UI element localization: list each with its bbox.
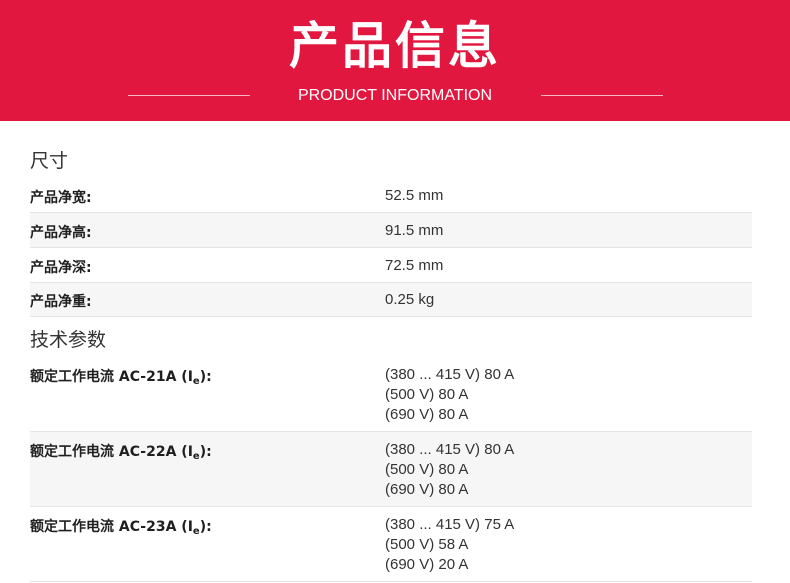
spec-row: 额定工作电流 AC-21A (Ie): (380 ... 415 V) 80 A… [30, 357, 752, 432]
spec-value: (380 ... 415 V) 80 A [385, 441, 515, 458]
spec-value: (500 V) 80 A [385, 386, 469, 403]
spec-label: 产品净宽: [30, 190, 92, 206]
spec-value: (380 ... 415 V) 75 A [385, 516, 515, 533]
spec-label: 产品净高: [30, 225, 92, 241]
spec-value: 0.25 kg [385, 291, 435, 308]
spec-label: 额定工作电流 AC-21A (Ie): [30, 369, 212, 387]
spec-value-list: (380 ... 415 V) 75 A (500 V) 58 A (690 V… [385, 515, 514, 575]
title-divider-right [541, 95, 663, 96]
page-subtitle: PRODUCT INFORMATION [297, 87, 493, 104]
spec-value: 91.5 mm [385, 222, 444, 239]
spec-label: 产品净重: [30, 294, 92, 310]
spec-value: (690 V) 80 A [385, 406, 469, 423]
spec-value: 52.5 mm [385, 187, 444, 204]
spec-value: (380 ... 415 V) 80 A [385, 366, 515, 383]
spec-value-list: (380 ... 415 V) 80 A (500 V) 80 A (690 V… [385, 440, 514, 500]
spec-label: 产品净深: [30, 260, 92, 276]
spec-value: (500 V) 80 A [385, 461, 469, 478]
spec-row: 产品净深: 72.5 mm [30, 248, 752, 283]
spec-row: 额定工作电流 AC-22A (Ie): (380 ... 415 V) 80 A… [30, 432, 752, 507]
spec-value: 72.5 mm [385, 257, 444, 274]
page-title: 产品信息 [289, 17, 501, 75]
spec-row: 产品净宽: 52.5 mm [30, 178, 752, 213]
spec-row: 额定工作电流 AC-23A (Ie): (380 ... 415 V) 75 A… [30, 507, 752, 582]
spec-row: 产品净重: 0.25 kg [30, 283, 752, 317]
spec-label: 额定工作电流 AC-23A (Ie): [30, 519, 212, 537]
header-banner: 产品信息 PRODUCT INFORMATION [0, 0, 790, 121]
spec-row: 产品净高: 91.5 mm [30, 213, 752, 248]
spec-value: (690 V) 80 A [385, 481, 469, 498]
section-title-dimensions: 尺寸 [30, 150, 69, 172]
spec-value: (500 V) 58 A [385, 536, 469, 553]
spec-label: 额定工作电流 AC-22A (Ie): [30, 444, 212, 462]
spec-value-list: (380 ... 415 V) 80 A (500 V) 80 A (690 V… [385, 365, 514, 425]
spec-value: (690 V) 20 A [385, 556, 469, 573]
section-title-technical: 技术参数 [30, 329, 107, 351]
